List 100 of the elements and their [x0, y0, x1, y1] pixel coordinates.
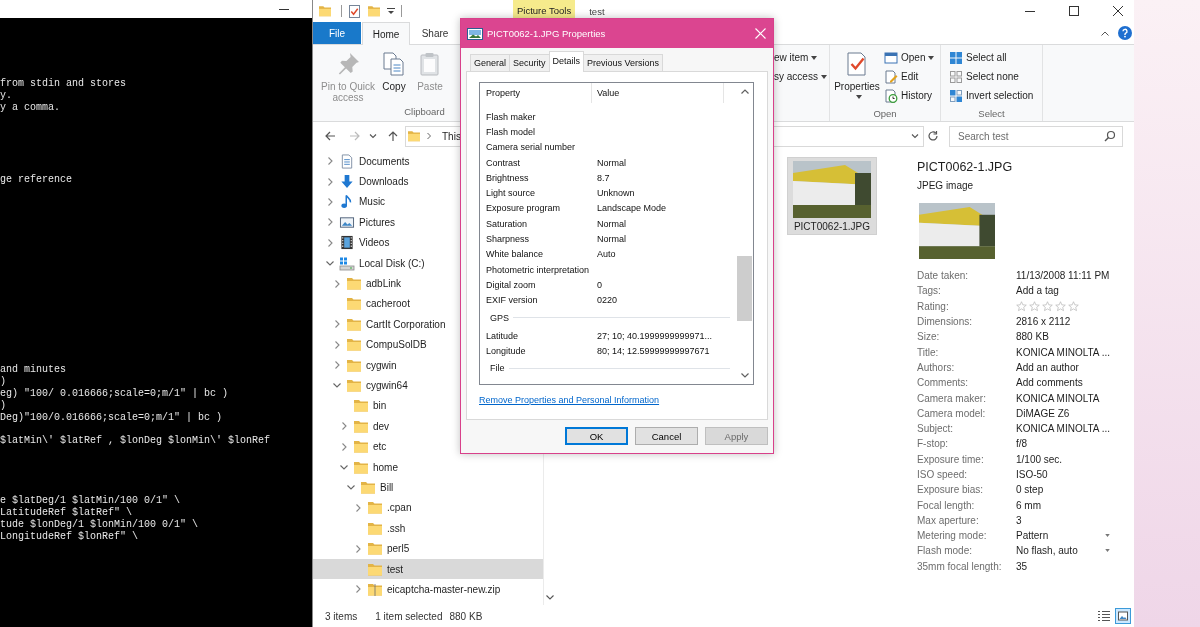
- remove-properties-link[interactable]: Remove Properties and Personal Information: [479, 394, 660, 406]
- search-icon[interactable]: [1104, 129, 1116, 142]
- property-name: Flash model: [486, 126, 536, 137]
- star-icon[interactable]: [1068, 300, 1079, 312]
- chevron-down-icon[interactable]: [333, 383, 341, 388]
- property-name: Flash maker: [486, 111, 536, 122]
- caret-up-icon[interactable]: [1101, 30, 1109, 36]
- star-icon[interactable]: [1016, 300, 1027, 312]
- chevron-down-icon[interactable]: [369, 133, 377, 139]
- tree-item[interactable]: home: [313, 456, 543, 478]
- folder-icon: [367, 561, 383, 577]
- help-icon[interactable]: [1118, 26, 1132, 40]
- close-icon[interactable]: [1113, 6, 1123, 16]
- scrollbar-thumb[interactable]: [737, 256, 752, 321]
- star-icon[interactable]: [1029, 300, 1040, 312]
- property-name: Digital zoom: [486, 279, 536, 290]
- dialog-tab[interactable]: Details: [548, 51, 585, 72]
- edit-button[interactable]: Edit: [884, 67, 935, 86]
- select-none-button[interactable]: Select none: [949, 67, 1042, 86]
- large-icons-view-icon[interactable]: [1115, 608, 1131, 624]
- ribbon-tab[interactable]: Share: [411, 22, 459, 44]
- caret-icon[interactable]: [1105, 549, 1110, 553]
- tree-item[interactable]: etc: [313, 436, 543, 457]
- maximize-icon[interactable]: [1069, 6, 1079, 16]
- tree-item[interactable]: dev: [313, 416, 543, 437]
- folder-icon: [346, 296, 362, 312]
- refresh-icon[interactable]: [927, 130, 939, 142]
- folder-icon: [346, 337, 362, 353]
- chevron-right-icon[interactable]: [327, 157, 333, 166]
- scroll-up-icon[interactable]: [740, 89, 749, 94]
- rating-stars[interactable]: [1016, 300, 1079, 312]
- chevron-right-icon[interactable]: [334, 279, 340, 288]
- property-name: Photometric interpretation: [486, 264, 590, 275]
- copy-button[interactable]: Copy: [377, 45, 411, 103]
- property-value: Normal: [597, 234, 626, 244]
- ribbon-tab[interactable]: File: [313, 22, 361, 44]
- dialog-title: PICT0062-1.JPG Properties: [487, 28, 606, 39]
- chevron-right-icon[interactable]: [334, 361, 340, 370]
- chevron-right-icon[interactable]: [355, 503, 361, 512]
- history-button[interactable]: History: [884, 86, 935, 105]
- open-button[interactable]: Open: [884, 48, 935, 67]
- scroll-down-icon[interactable]: [545, 595, 554, 600]
- chevron-right-icon[interactable]: [327, 177, 333, 186]
- ribbon-tab[interactable]: Home: [362, 22, 410, 45]
- chevron-right-icon[interactable]: [334, 340, 340, 349]
- details-view-icon[interactable]: [1096, 608, 1112, 624]
- tree-item[interactable]: test: [313, 558, 543, 580]
- breadcrumb[interactable]: This: [442, 130, 461, 142]
- tree-item[interactable]: Bill: [313, 477, 543, 498]
- dialog-button[interactable]: OK: [565, 427, 628, 445]
- group-label: Open: [873, 107, 897, 121]
- properties-button[interactable]: Properties: [833, 45, 881, 103]
- chevron-right-icon[interactable]: [341, 422, 347, 431]
- selection-size: 880 KB: [449, 610, 483, 622]
- file-item[interactable]: PICT0062-1.JPG: [787, 157, 877, 235]
- chevron-right-icon[interactable]: [355, 544, 361, 553]
- ribbon-button[interactable]: ew item: [774, 48, 829, 67]
- property-name: Camera serial number: [486, 142, 576, 153]
- dialog-tab[interactable]: General: [470, 54, 511, 71]
- dropdown-icon[interactable]: [387, 7, 395, 15]
- property-label: Dimensions:: [917, 316, 973, 328]
- scroll-down-icon[interactable]: [740, 373, 749, 378]
- tree-item[interactable]: perl5: [313, 538, 543, 559]
- dialog-button[interactable]: Cancel: [635, 427, 698, 445]
- chevron-right-icon[interactable]: [341, 442, 347, 451]
- back-arrow-icon[interactable]: [324, 130, 336, 142]
- dialog-tab[interactable]: Previous Versions: [583, 54, 664, 71]
- chevron-right-icon[interactable]: [334, 320, 340, 329]
- chevron-right-icon[interactable]: [327, 218, 333, 227]
- column-header[interactable]: Value: [592, 83, 724, 103]
- star-icon[interactable]: [1055, 300, 1066, 312]
- select-all-button[interactable]: Select all: [949, 48, 1042, 67]
- property-label: Max aperture:: [917, 514, 979, 526]
- tree-item[interactable]: .ssh: [313, 518, 543, 539]
- chevron-down-icon[interactable]: [347, 484, 355, 490]
- search-field[interactable]: Search test: [949, 125, 1123, 147]
- property-value: 80; 14; 12.59999999997671: [597, 345, 710, 356]
- minimize-icon[interactable]: [279, 8, 289, 10]
- file-type: JPEG image: [917, 179, 974, 193]
- checklist-icon[interactable]: [349, 4, 360, 18]
- chevron-right-icon[interactable]: [327, 238, 333, 247]
- property-label: Date taken:: [917, 270, 969, 282]
- chevron-down-icon[interactable]: [340, 464, 348, 470]
- chevron-right-icon[interactable]: [426, 132, 432, 140]
- tree-item[interactable]: cygwin64: [313, 375, 543, 396]
- column-header[interactable]: Property: [480, 83, 592, 103]
- tree-item[interactable]: eicaptcha-master-new.zip: [313, 579, 543, 600]
- up-arrow-icon[interactable]: [387, 130, 399, 142]
- chevron-down-icon[interactable]: [326, 260, 334, 266]
- tree-item[interactable]: .cpan: [313, 497, 543, 519]
- invert-selection-button[interactable]: Invert selection: [949, 86, 1042, 105]
- caret-icon[interactable]: [1105, 534, 1110, 538]
- chevron-down-icon[interactable]: [911, 133, 919, 139]
- ribbon-button[interactable]: sy access: [774, 67, 829, 86]
- chevron-right-icon[interactable]: [327, 197, 333, 206]
- property-label: 35mm focal length:: [917, 560, 1002, 572]
- chevron-right-icon[interactable]: [355, 585, 361, 594]
- dialog-tab[interactable]: Security: [509, 54, 550, 71]
- star-icon[interactable]: [1042, 300, 1053, 312]
- minimize-icon[interactable]: [1025, 10, 1035, 12]
